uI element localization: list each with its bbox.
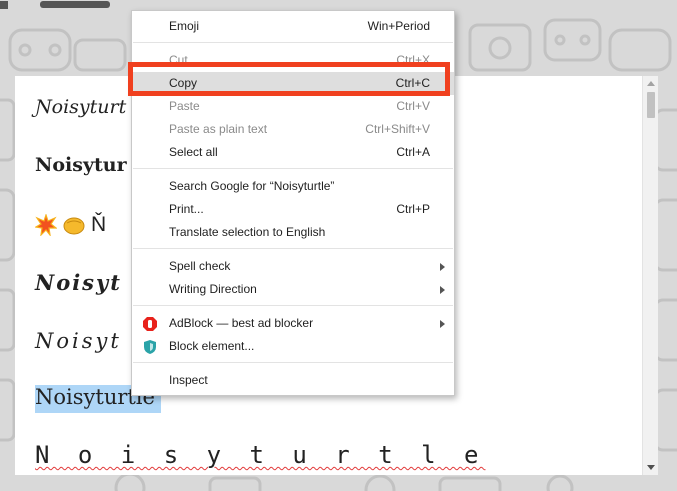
menu-separator [133,248,453,249]
menu-item-print[interactable]: Print... Ctrl+P [132,198,454,221]
font-sample-italic: Noisyt [35,329,122,353]
menu-item-shortcut: Ctrl+A [396,145,430,159]
scroll-up-arrow-icon[interactable] [647,81,655,86]
menu-item-label: Emoji [169,19,200,33]
menu-item-adblock[interactable]: AdBlock — best ad blocker [132,312,454,335]
menu-item-translate[interactable]: Translate selection to English [132,221,454,244]
menu-item-emoji[interactable]: Emoji Win+Period [132,15,454,38]
menu-item-writing-direction[interactable]: Writing Direction [132,278,454,301]
scrollbar-thumb[interactable] [647,92,655,118]
menu-separator [133,42,453,43]
adblock-stop-icon [142,316,158,332]
menu-item-shortcut: Win+Period [367,19,430,33]
menu-item-cut[interactable]: Cut Ctrl+X [132,49,454,72]
menu-item-select-all[interactable]: Select all Ctrl+A [132,141,454,164]
fist-emoji-icon [63,214,85,236]
menu-item-label: Spell check [169,259,231,273]
menu-item-block-element[interactable]: Block element... [132,335,454,358]
menu-item-paste-plain[interactable]: Paste as plain text Ctrl+Shift+V [132,118,454,141]
shield-icon [142,339,158,355]
menu-item-label: Print... [169,202,204,216]
font-sample-caron: Ň [91,213,107,236]
menu-item-paste[interactable]: Paste Ctrl+V [132,95,454,118]
submenu-arrow-icon [440,320,445,328]
menu-item-spell-check[interactable]: Spell check [132,255,454,278]
menu-item-shortcut: Ctrl+V [396,99,430,113]
menu-item-label: Copy [169,76,198,90]
menu-item-shortcut: Ctrl+P [396,202,430,216]
menu-item-label: Inspect [169,373,208,387]
menu-separator [133,305,453,306]
menu-item-label: Paste as plain text [169,122,268,136]
menu-item-label: Paste [169,99,200,113]
font-sample-blackletter-light: Ɲoisyturt [35,96,127,118]
submenu-arrow-icon [440,286,445,294]
menu-item-label: Cut [169,53,188,67]
scroll-down-arrow-icon[interactable] [647,465,655,470]
collision-emoji-icon [34,213,58,238]
menu-item-label: Block element... [169,339,255,353]
menu-item-copy[interactable]: Copy Ctrl+C [132,72,454,95]
font-sample-spaced: N o i s y t u r t l e [35,441,485,469]
menu-item-shortcut: Ctrl+Shift+V [365,122,430,136]
menu-separator [133,362,453,363]
menu-item-label: Translate selection to English [169,225,326,239]
context-menu: Emoji Win+Period Cut Ctrl+X Copy Ctrl+C … [131,10,455,396]
spaced-text: N o i s y t u r t l e [35,441,486,469]
font-sample-emoji: Ň [34,213,107,238]
font-sample-bold-italic: Noisyt [35,270,122,295]
menu-item-label: Select all [169,145,218,159]
submenu-arrow-icon [440,263,445,271]
menu-item-shortcut: Ctrl+C [395,76,430,90]
menu-item-inspect[interactable]: Inspect [132,369,454,392]
menu-item-label: Search Google for “Noisyturtle” [169,179,335,193]
menu-item-label: AdBlock — best ad blocker [169,316,314,330]
font-sample-blackletter-bold: Noisytur [35,154,127,176]
clipped-page-heading [0,0,122,12]
menu-item-shortcut: Ctrl+X [396,53,430,67]
menu-item-search-google[interactable]: Search Google for “Noisyturtle” [132,175,454,198]
menu-separator [133,168,453,169]
vertical-scrollbar[interactable] [642,76,658,475]
menu-item-label: Writing Direction [169,282,257,296]
